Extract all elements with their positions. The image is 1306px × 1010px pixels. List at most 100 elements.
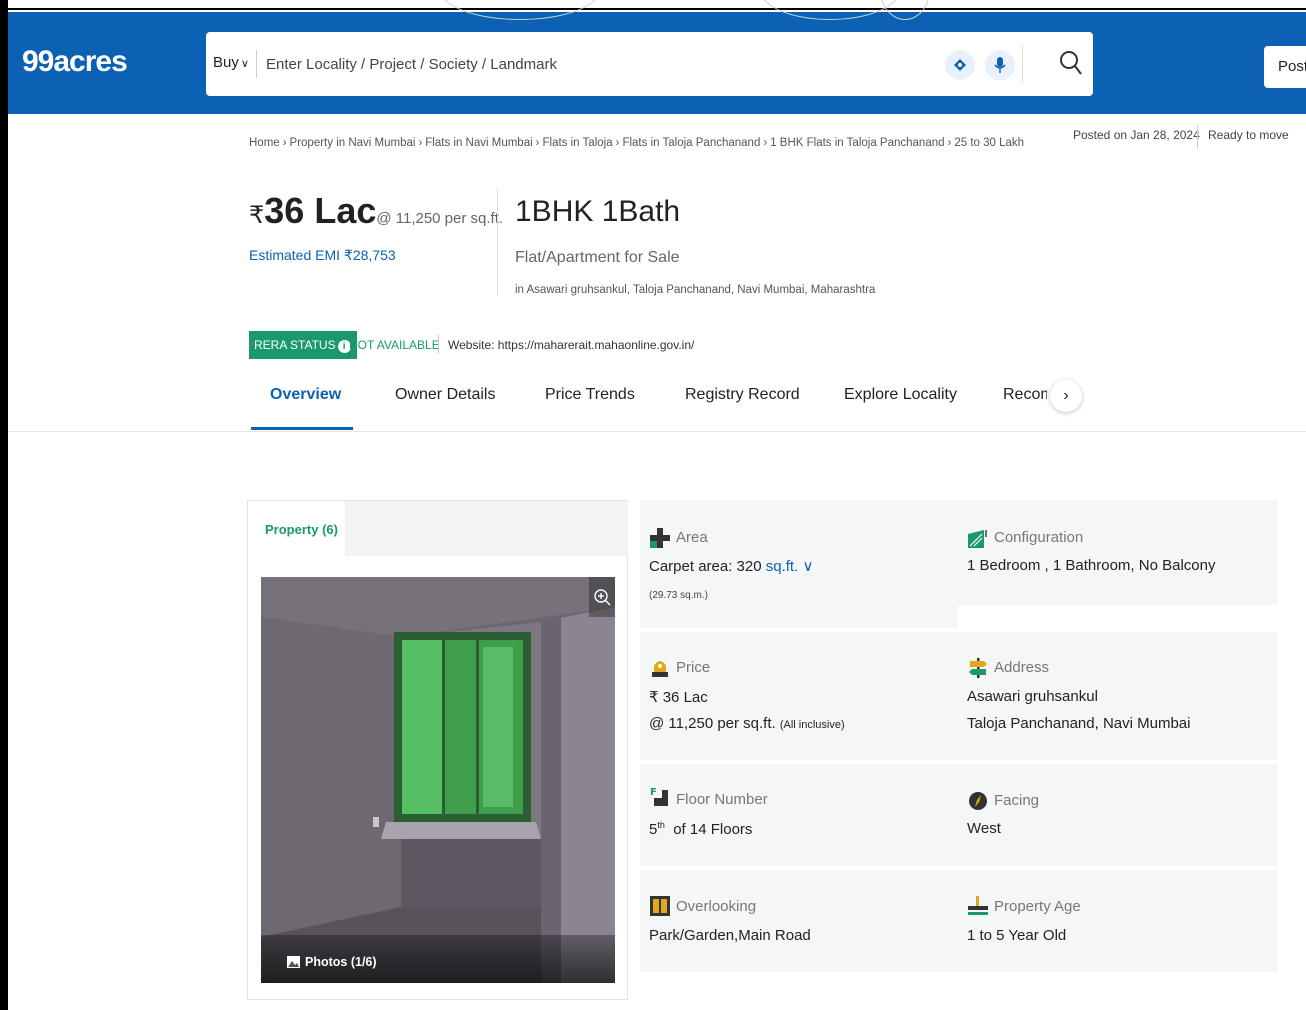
facing-value: West bbox=[967, 820, 1001, 837]
signpost-icon bbox=[969, 658, 987, 678]
zoom-button[interactable] bbox=[589, 577, 615, 617]
breadcrumb-separator: › bbox=[535, 137, 540, 149]
price-label: Price bbox=[676, 659, 711, 676]
possession-status: Ready to move bbox=[1208, 128, 1289, 142]
rera-website: Website: https://maharerait.mahaonline.g… bbox=[448, 338, 695, 352]
area-unit-dropdown[interactable]: sq.ft. ∨ bbox=[766, 558, 814, 575]
floor-value: 5th of 14 Floors bbox=[649, 820, 752, 838]
price-block: ₹36 Lac@ 11,250 per sq.ft. bbox=[249, 190, 503, 232]
posted-date: Posted on Jan 28, 2024 bbox=[1073, 128, 1200, 142]
photo-tab-property[interactable]: Property (6) bbox=[248, 501, 345, 556]
zoom-in-icon bbox=[594, 589, 611, 606]
price-per-sqft-detail: @ 11,250 per sq.ft. (All inclusive) bbox=[649, 715, 845, 732]
photos-count-label: Photos (1/6) bbox=[305, 955, 377, 969]
page-left-border bbox=[0, 0, 8, 1010]
tab-explore-locality[interactable]: Explore Locality bbox=[844, 386, 957, 404]
location-target-icon bbox=[954, 59, 966, 71]
area-icon bbox=[650, 528, 670, 548]
building-age-icon bbox=[968, 896, 988, 915]
image-icon bbox=[287, 956, 300, 968]
price-per-sqft-value: @ 11,250 per sq.ft. bbox=[649, 715, 776, 732]
address-line-2: Taloja Panchanand, Navi Mumbai bbox=[967, 715, 1191, 732]
area-sqm: (29.73 sq.m.) bbox=[649, 590, 708, 601]
floor-total: of 14 Floors bbox=[673, 821, 753, 838]
rera-status-value: NOT AVAILABLE bbox=[349, 338, 440, 352]
area-value: Carpet area: 320 sq.ft. ∨ bbox=[649, 557, 813, 575]
price-tag-icon bbox=[652, 661, 668, 677]
photo-tab-strip bbox=[345, 501, 628, 556]
tab-overview[interactable]: Overview bbox=[270, 386, 341, 404]
address-label: Address bbox=[994, 659, 1050, 676]
photos-count-button[interactable]: Photos (1/6) bbox=[287, 955, 377, 969]
property-type: Flat/Apartment for Sale bbox=[515, 249, 680, 266]
divider bbox=[438, 334, 439, 354]
breadcrumb-separator: › bbox=[947, 137, 952, 149]
locate-me-button[interactable] bbox=[945, 50, 975, 80]
property-photo[interactable]: Photos (1/6) bbox=[261, 577, 615, 983]
photo-footer: Photos (1/6) bbox=[261, 935, 615, 983]
overlooking-icon bbox=[650, 896, 670, 916]
buy-dropdown-label: Buy bbox=[213, 54, 239, 71]
breadcrumb-separator: › bbox=[615, 137, 620, 149]
search-icon bbox=[1060, 51, 1082, 75]
property-location: in Asawari gruhsankul, Taloja Panchanand… bbox=[515, 284, 876, 296]
floor-icon: F bbox=[650, 787, 668, 806]
property-age-label: Property Age bbox=[994, 898, 1081, 915]
configuration-value: 1 Bedroom , 1 Bathroom, No Balcony bbox=[967, 557, 1216, 574]
site-logo[interactable]: 99acres bbox=[22, 45, 128, 79]
breadcrumb-separator: › bbox=[763, 137, 768, 149]
rera-status-badge: RERA STATUS i bbox=[249, 331, 357, 359]
buy-dropdown[interactable]: Buy ∨ bbox=[213, 54, 249, 71]
breadcrumb-separator: › bbox=[418, 137, 423, 149]
configuration-icon bbox=[968, 530, 987, 548]
breadcrumb-separator: › bbox=[282, 137, 287, 149]
room-photo-illustration bbox=[261, 577, 615, 983]
configuration-label: Configuration bbox=[994, 529, 1084, 546]
post-property-button[interactable]: Post bbox=[1264, 46, 1306, 88]
search-input[interactable] bbox=[266, 47, 906, 81]
breadcrumb-link[interactable]: Home bbox=[249, 137, 280, 149]
chevron-down-icon: ∨ bbox=[240, 58, 249, 70]
breadcrumb: Home › Property in Navi Mumbai › Flats in Na… bbox=[249, 137, 1024, 149]
property-title: 1BHK 1Bath bbox=[515, 195, 681, 228]
overlooking-label: Overlooking bbox=[676, 898, 757, 915]
tab-owner-details[interactable]: Owner Details bbox=[395, 386, 495, 404]
site-header: 99acres Buy∨ Post bbox=[8, 12, 1306, 114]
search-button[interactable] bbox=[1059, 50, 1083, 81]
page-top-border bbox=[0, 0, 1306, 10]
facing-label: Facing bbox=[994, 792, 1040, 809]
breadcrumb-link[interactable]: 25 to 30 Lakh bbox=[954, 137, 1024, 149]
chevron-right-icon: › bbox=[1063, 387, 1069, 404]
rera-badge-label: RERA STATUS bbox=[254, 338, 336, 352]
microphone-icon bbox=[994, 57, 1006, 73]
divider bbox=[256, 50, 257, 78]
detail-row-overlooking-age bbox=[640, 870, 1278, 972]
rupee-symbol: ₹ bbox=[249, 202, 265, 229]
voice-search-button[interactable] bbox=[985, 50, 1015, 80]
area-unit: sq.ft. bbox=[765, 558, 799, 575]
detail-row-price-address bbox=[640, 632, 1278, 760]
area-label: Area bbox=[676, 529, 708, 546]
svg-text:F: F bbox=[650, 787, 657, 798]
tab-registry-record[interactable]: Registry Record bbox=[685, 386, 800, 404]
overlooking-value: Park/Garden,Main Road bbox=[649, 927, 811, 944]
breadcrumb-link[interactable]: Flats in Taloja Panchanand bbox=[622, 137, 760, 149]
divider bbox=[497, 188, 498, 296]
tab-price-trends[interactable]: Price Trends bbox=[545, 386, 635, 404]
breadcrumb-link[interactable]: 1 BHK Flats in Taloja Panchanand bbox=[770, 137, 944, 149]
estimated-emi-link[interactable]: Estimated EMI ₹28,753 bbox=[249, 247, 396, 264]
breadcrumb-link[interactable]: Flats in Taloja bbox=[543, 137, 613, 149]
price-amount: 36 Lac bbox=[264, 190, 377, 231]
detail-area: Area Carpet area: 320 sq.ft. ∨ (29.73 sq… bbox=[640, 500, 958, 628]
property-age-value: 1 to 5 Year Old bbox=[967, 927, 1067, 944]
breadcrumb-link[interactable]: Flats in Navi Mumbai bbox=[425, 137, 532, 149]
photo-gallery-card: Property (6) Photos (1/6) bbox=[247, 500, 628, 1000]
floor-suffix: th bbox=[657, 820, 665, 830]
chevron-down-icon: ∨ bbox=[802, 558, 814, 575]
compass-icon bbox=[969, 792, 987, 810]
price-per-sqft: @ 11,250 per sq.ft. bbox=[376, 210, 504, 227]
tabs-next-button[interactable]: › bbox=[1050, 380, 1082, 412]
post-property-label: Post bbox=[1278, 58, 1306, 75]
breadcrumb-link[interactable]: Property in Navi Mumbai bbox=[290, 137, 416, 149]
tab-recommendations[interactable]: Recommendations bbox=[1003, 386, 1047, 404]
